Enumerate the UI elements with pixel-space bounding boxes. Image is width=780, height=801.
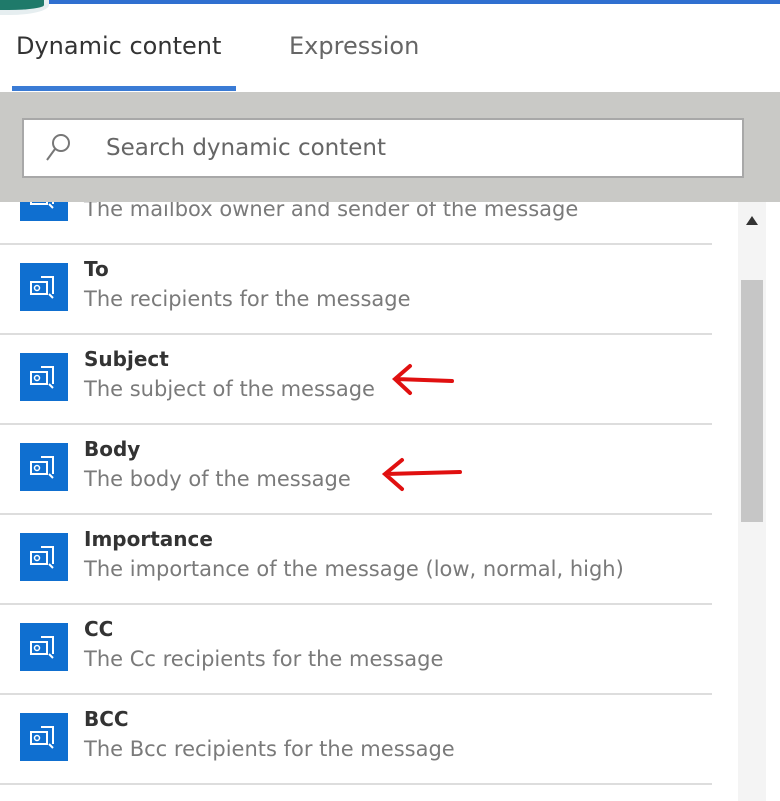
item-description: The recipients for the message	[84, 287, 411, 311]
item-title: BCC	[84, 707, 129, 731]
item-title: To	[84, 257, 109, 281]
annotation-arrow-subject	[392, 364, 454, 395]
list-item[interactable]: BCC The Bcc recipients for the message	[0, 693, 712, 785]
search-input[interactable]	[104, 134, 708, 162]
item-title: CC	[84, 617, 114, 641]
item-description: The body of the message	[84, 467, 351, 491]
avatar	[0, 0, 49, 15]
search-box[interactable]	[22, 118, 744, 178]
item-description: The Cc recipients for the message	[84, 647, 444, 671]
outlook-icon	[20, 263, 68, 311]
item-title: Subject	[84, 347, 169, 371]
active-tab-indicator	[12, 86, 236, 91]
item-description: The Bcc recipients for the message	[84, 737, 455, 761]
tab-expression[interactable]: Expression	[289, 32, 419, 60]
scroll-thumb[interactable]	[741, 280, 763, 522]
search-icon	[46, 134, 70, 161]
outlook-icon	[20, 533, 68, 581]
list-item[interactable]: Body The body of the message	[0, 423, 712, 515]
dynamic-content-list: The mailbox owner and sender of the mess…	[0, 153, 730, 785]
list-item[interactable]: Importance The importance of the message …	[0, 513, 712, 605]
item-description: The importance of the message (low, norm…	[84, 557, 624, 581]
list-item[interactable]: Subject The subject of the message	[0, 333, 712, 425]
outlook-icon	[20, 623, 68, 671]
top-accent-bar	[40, 0, 780, 4]
item-description: The subject of the message	[84, 377, 375, 401]
item-title: Body	[84, 437, 141, 461]
scroll-up-icon[interactable]	[746, 216, 758, 225]
list-item[interactable]: To The recipients for the message	[0, 243, 712, 335]
item-title: Importance	[84, 527, 213, 551]
list-item[interactable]: CC The Cc recipients for the message	[0, 603, 712, 695]
annotation-arrow-body	[381, 458, 462, 491]
tab-dynamic-content[interactable]: Dynamic content	[16, 32, 221, 60]
scrollbar[interactable]	[738, 202, 766, 801]
outlook-icon	[20, 713, 68, 761]
outlook-icon	[20, 443, 68, 491]
outlook-icon	[20, 353, 68, 401]
